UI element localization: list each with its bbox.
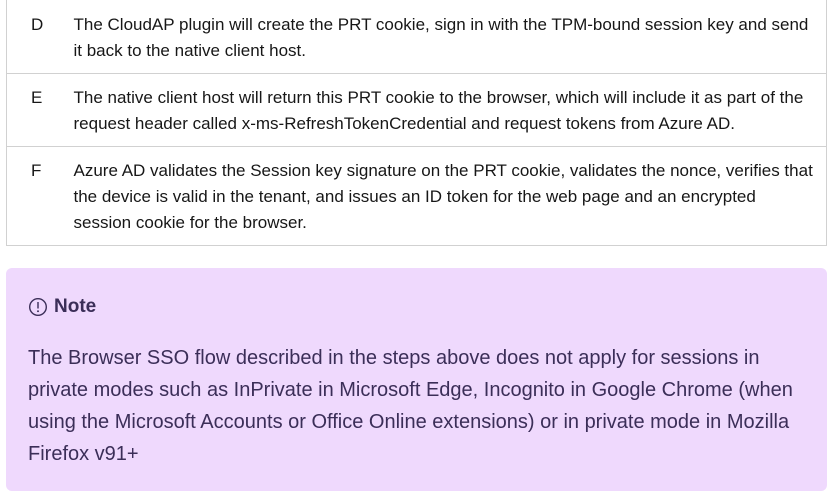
step-description: Azure AD validates the Session key signa…	[52, 146, 827, 246]
table-row: E The native client host will return thi…	[6, 73, 827, 147]
table-row: F Azure AD validates the Session key sig…	[6, 146, 827, 246]
note-callout: Note The Browser SSO flow described in t…	[6, 268, 827, 491]
info-circle-icon	[28, 297, 48, 317]
steps-table: D The CloudAP plugin will create the PRT…	[6, 0, 827, 246]
note-body: The Browser SSO flow described in the st…	[28, 347, 793, 465]
step-letter: F	[6, 146, 53, 246]
note-title: Note	[54, 296, 97, 317]
step-letter: D	[6, 0, 53, 74]
table-row: D The CloudAP plugin will create the PRT…	[6, 0, 827, 74]
step-letter: E	[6, 73, 53, 147]
note-header: Note	[28, 294, 805, 320]
step-description: The native client host will return this …	[52, 73, 827, 147]
step-description: The CloudAP plugin will create the PRT c…	[52, 0, 827, 74]
